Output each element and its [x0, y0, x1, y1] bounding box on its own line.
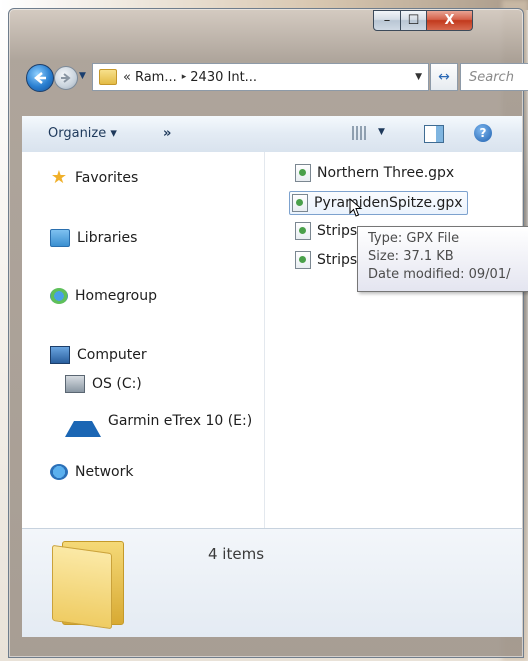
- gpx-file-icon: [292, 194, 308, 212]
- gpx-file-icon: [295, 251, 311, 269]
- navigation-bar: ▼ « Ram... ▸ 2430 Int... ▼ ↔ Search: [22, 60, 528, 92]
- breadcrumb-overflow[interactable]: «: [123, 70, 131, 85]
- navigation-pane: ★ Favorites Libraries Homegroup Computer…: [22, 152, 265, 528]
- close-icon: X: [444, 13, 455, 28]
- caption-buttons: – ☐ X: [373, 10, 473, 31]
- gpx-file-icon: [295, 164, 311, 182]
- minimize-icon: –: [383, 13, 391, 28]
- arrow-left-icon: [34, 72, 46, 84]
- search-input[interactable]: Search: [460, 63, 528, 91]
- close-button[interactable]: X: [427, 10, 473, 31]
- sidebar-item-label: Homegroup: [75, 288, 158, 304]
- sidebar-item-computer[interactable]: Computer: [50, 346, 147, 364]
- sidebar-item-label: Computer: [77, 347, 147, 363]
- address-dropdown[interactable]: ▼: [415, 72, 422, 82]
- folder-icon: [99, 69, 117, 85]
- file-name: Northern Three.gpx: [317, 165, 455, 181]
- refresh-button[interactable]: ↔: [430, 63, 458, 91]
- tooltip-date-modified: Date modified: 09/01/: [368, 267, 511, 282]
- organize-button[interactable]: Organize ▾: [48, 126, 117, 141]
- star-icon: ★: [50, 167, 68, 188]
- preview-pane-icon[interactable]: [424, 125, 444, 143]
- change-view-icon[interactable]: [352, 126, 368, 140]
- back-button[interactable]: [26, 64, 54, 92]
- breadcrumb-item[interactable]: 2430 Int...: [190, 70, 257, 85]
- refresh-icon: ↔: [438, 69, 450, 85]
- large-folder-icon: [52, 541, 124, 630]
- file-name: Strips: [317, 223, 358, 239]
- item-count: 4 items: [208, 545, 265, 563]
- help-button[interactable]: ?: [474, 124, 492, 142]
- minimize-button[interactable]: –: [373, 10, 401, 31]
- tooltip-type: Type: GPX File: [368, 231, 460, 246]
- mouse-cursor-icon: [349, 198, 363, 217]
- file-name: PyramidenSpitze.gpx: [314, 195, 463, 211]
- maximize-button[interactable]: ☐: [401, 10, 427, 31]
- sidebar-item-label: Favorites: [75, 170, 139, 186]
- breadcrumb-item[interactable]: Ram...: [135, 70, 177, 85]
- file-item[interactable]: Northern Three.gpx: [295, 162, 454, 184]
- sidebar-item-label: Libraries: [77, 230, 138, 246]
- tooltip-size: Size: 37.1 KB: [368, 249, 454, 264]
- sidebar-item-drive-c[interactable]: OS (C:): [65, 375, 142, 393]
- arrow-right-icon: [61, 73, 71, 83]
- file-item-selected[interactable]: PyramidenSpitze.gpx: [289, 191, 468, 215]
- libraries-icon: [50, 229, 70, 247]
- details-pane: 4 items: [22, 528, 522, 637]
- sidebar-item-libraries[interactable]: Libraries: [50, 229, 137, 247]
- sidebar-item-label: Network: [75, 464, 134, 480]
- command-bar: Organize ▾ » ▼ ?: [22, 116, 522, 153]
- sidebar-item-network[interactable]: Network: [50, 464, 133, 480]
- network-icon: [50, 464, 68, 480]
- view-options-dropdown[interactable]: ▼: [378, 127, 385, 137]
- more-commands-button[interactable]: »: [163, 126, 171, 141]
- file-item[interactable]: Strips: [295, 249, 357, 271]
- file-info-tooltip: Type: GPX File Size: 37.1 KB Date modifi…: [357, 226, 528, 292]
- sidebar-item-label: Garmin eTrex 10 (E:): [108, 413, 253, 429]
- forward-button[interactable]: [54, 66, 78, 90]
- content-area: ★ Favorites Libraries Homegroup Computer…: [22, 152, 522, 528]
- breadcrumb-separator[interactable]: ▸: [182, 72, 187, 82]
- file-list: Northern Three.gpx PyramidenSpitze.gpx S…: [264, 152, 522, 528]
- hard-drive-icon: [65, 375, 85, 393]
- sidebar-item-drive-e[interactable]: Garmin eTrex 10 (E:): [65, 405, 252, 437]
- computer-icon: [50, 346, 70, 364]
- recent-pages-dropdown[interactable]: ▼: [79, 71, 86, 81]
- maximize-icon: ☐: [407, 13, 420, 28]
- gpx-file-icon: [295, 222, 311, 240]
- sidebar-item-label: OS (C:): [92, 376, 142, 392]
- file-name: Strips: [317, 252, 358, 268]
- sidebar-item-favorites[interactable]: ★ Favorites: [50, 167, 139, 188]
- homegroup-icon: [50, 288, 68, 304]
- address-bar[interactable]: « Ram... ▸ 2430 Int... ▼: [92, 63, 429, 91]
- sidebar-item-homegroup[interactable]: Homegroup: [50, 288, 157, 304]
- file-item[interactable]: Strips: [295, 220, 357, 242]
- garmin-device-icon: [65, 405, 101, 437]
